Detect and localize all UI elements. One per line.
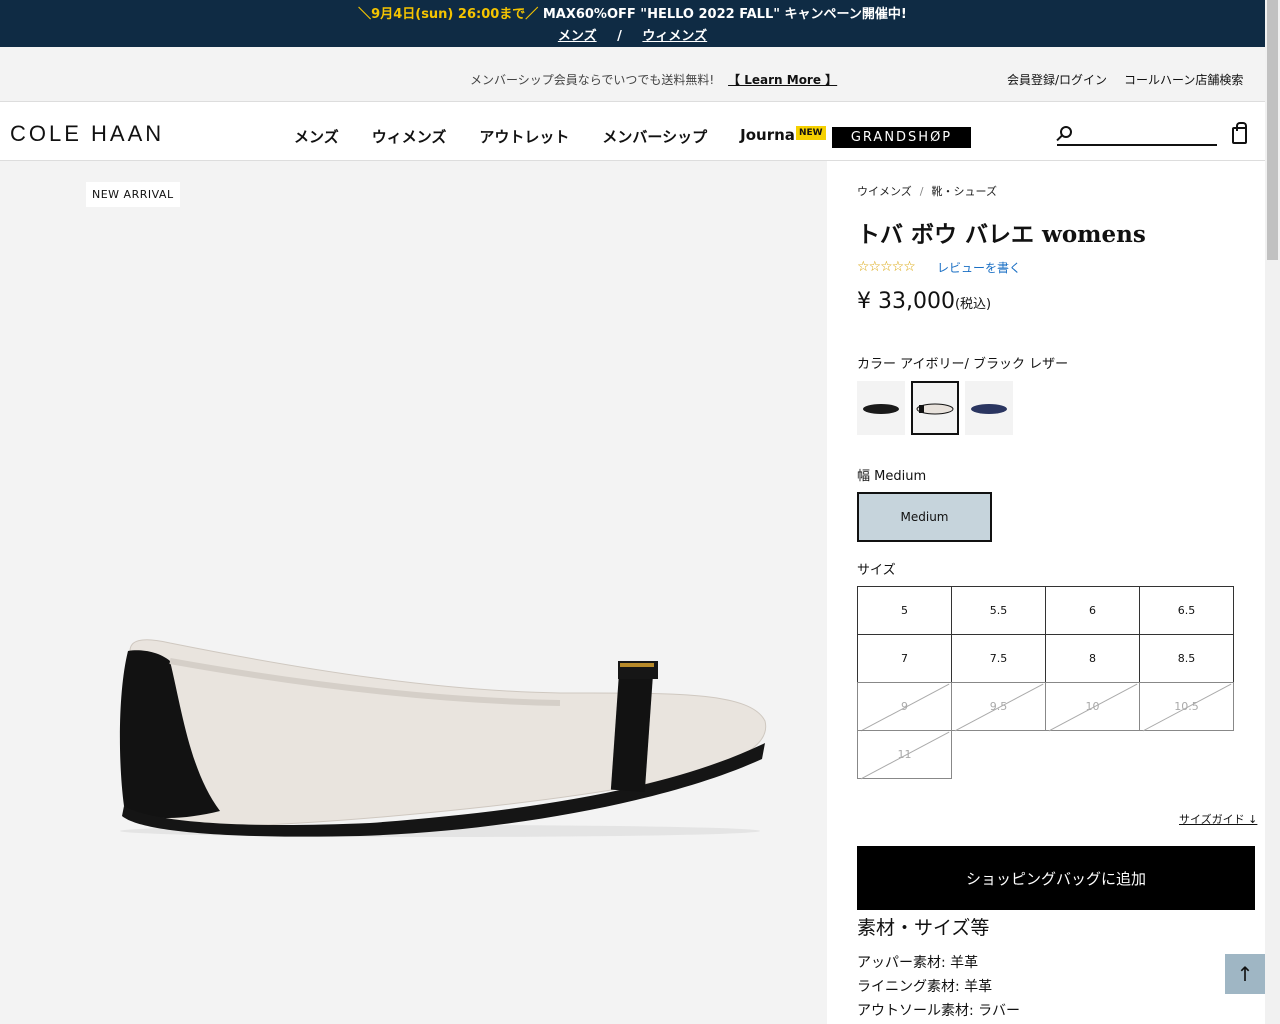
- product-image[interactable]: [110, 631, 780, 841]
- promo-link-mens[interactable]: メンズ: [558, 29, 597, 44]
- back-to-top-button[interactable]: ↑: [1225, 954, 1265, 994]
- shopping-bag-icon[interactable]: [1232, 122, 1247, 144]
- size-6[interactable]: 6: [1045, 586, 1140, 635]
- breadcrumb-shoes[interactable]: 靴・シューズ: [932, 185, 997, 198]
- new-arrival-badge: NEW ARRIVAL: [86, 182, 180, 207]
- material-lining: ライニング素材: 羊革: [857, 979, 993, 995]
- search-box: [1057, 124, 1217, 146]
- nav-item-membership[interactable]: メンバーシップ: [602, 126, 707, 147]
- size-7-5[interactable]: 7.5: [951, 634, 1046, 683]
- size-10-unavailable: 10: [1045, 682, 1140, 731]
- materials-list: アッパー素材: 羊革 ライニング素材: 羊革 アウトソール素材: ラバー: [857, 951, 1020, 1023]
- search-icon[interactable]: [1060, 126, 1072, 138]
- cole-haan-logo[interactable]: COLE HAAN: [10, 121, 164, 147]
- size-10-5-unavailable: 10.5: [1139, 682, 1234, 731]
- size-guide-link[interactable]: サイズガイド ↓: [1179, 811, 1257, 827]
- price-value: ¥ 33,000: [857, 289, 955, 314]
- promo-line: ＼9月4日(sun) 26:00まで／ MAX60%OFF "HELLO 202…: [0, 3, 1265, 22]
- width-label: 幅 Medium: [857, 469, 927, 484]
- membership-text: メンバーシップ会員ならでいつでも送料無料!: [470, 73, 715, 87]
- utility-bar: メンバーシップ会員ならでいつでも送料無料! 【 Learn More 】 会員登…: [0, 47, 1265, 102]
- size-6-5[interactable]: 6.5: [1139, 586, 1234, 635]
- breadcrumb-womens[interactable]: ウイメンズ: [857, 185, 912, 198]
- learn-more-link[interactable]: 【 Learn More 】: [728, 73, 837, 87]
- main-nav: メンズ ウィメンズ アウトレット メンバーシップ Journal: [294, 126, 833, 147]
- size-8[interactable]: 8: [1045, 634, 1140, 683]
- nav-item-journal[interactable]: Journal: [740, 126, 800, 147]
- membership-message: メンバーシップ会員ならでいつでも送料無料! 【 Learn More 】: [470, 71, 837, 88]
- promo-deadline: ＼9月4日(sun) 26:00まで／: [358, 7, 539, 22]
- size-7[interactable]: 7: [857, 634, 952, 683]
- product-title: トバ ボウ バレエ womens: [857, 221, 1146, 248]
- nav-item-womens[interactable]: ウィメンズ: [372, 126, 447, 147]
- size-8-5[interactable]: 8.5: [1139, 634, 1234, 683]
- breadcrumb-separator: /: [919, 185, 924, 198]
- materials-title: 素材・サイズ等: [857, 917, 990, 939]
- scrollbar-thumb[interactable]: [1267, 0, 1278, 260]
- site-header: COLE HAAN メンズ ウィメンズ アウトレット メンバーシップ Journ…: [0, 102, 1265, 161]
- promo-separator: /: [617, 29, 622, 44]
- price-tax-note: (税込): [954, 297, 992, 312]
- size-9-unavailable: 9: [857, 682, 952, 731]
- breadcrumb: ウイメンズ / 靴・シューズ: [857, 183, 997, 199]
- size-5-5[interactable]: 5.5: [951, 586, 1046, 635]
- nav-item-outlet[interactable]: アウトレット: [479, 126, 569, 147]
- size-11-unavailable: 11: [857, 730, 952, 779]
- new-badge: NEW: [796, 126, 826, 140]
- material-upper: アッパー素材: 羊革: [857, 955, 979, 971]
- product-gallery: NEW ARRIVAL: [0, 161, 827, 1024]
- product-price: ¥ 33,000(税込): [857, 289, 991, 314]
- material-outsole: アウトソール素材: ラバー: [857, 1003, 1021, 1019]
- add-to-bag-button[interactable]: ショッピングバッグに追加: [857, 846, 1255, 910]
- size-grid: 5 5.5 6 6.5 7 7.5 8 8.5 9 9.5 10 10.5 11: [857, 586, 1234, 779]
- promo-link-womens[interactable]: ウィメンズ: [642, 29, 707, 44]
- promo-links: メンズ / ウィメンズ: [0, 25, 1265, 44]
- rating-stars: ☆☆☆☆☆: [857, 259, 916, 275]
- color-label: カラー アイボリー/ ブラック レザー: [857, 357, 1069, 372]
- swatch-navy-image: [971, 404, 1007, 414]
- swatch-navy[interactable]: [965, 381, 1013, 435]
- size-9-5-unavailable: 9.5: [951, 682, 1046, 731]
- color-swatches: [857, 381, 1019, 435]
- swatch-ivory-black-image: [916, 403, 954, 415]
- write-review-link[interactable]: レビューを書く: [937, 259, 1021, 276]
- promo-text: MAX60%OFF "HELLO 2022 FALL" キャンペーン開催中!: [538, 7, 907, 22]
- grandshop-link[interactable]: GRANDSHØP: [832, 127, 971, 148]
- nav-item-mens[interactable]: メンズ: [294, 126, 339, 147]
- swatch-black-image: [863, 404, 899, 414]
- store-search-link[interactable]: コールハーン店舗検索: [1124, 71, 1243, 88]
- swatch-ivory-black[interactable]: [911, 381, 959, 435]
- arrow-up-icon: ↑: [1236, 962, 1254, 986]
- size-label: サイズ: [857, 563, 896, 578]
- swatch-black[interactable]: [857, 381, 905, 435]
- login-link[interactable]: 会員登録/ログイン: [1007, 71, 1107, 88]
- size-5[interactable]: 5: [857, 586, 952, 635]
- width-option-medium[interactable]: Medium: [857, 492, 992, 542]
- promo-bar: ＼9月4日(sun) 26:00まで／ MAX60%OFF "HELLO 202…: [0, 0, 1265, 47]
- search-input[interactable]: [1081, 124, 1215, 144]
- product-panel: ウイメンズ / 靴・シューズ トバ ボウ バレエ womens ☆☆☆☆☆ レビュー…: [827, 161, 1265, 1024]
